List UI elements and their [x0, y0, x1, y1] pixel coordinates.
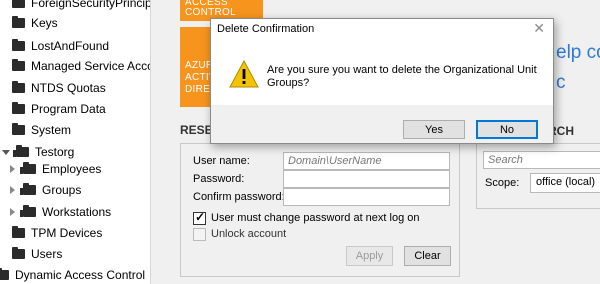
- tree-item-keys[interactable]: Keys: [12, 12, 58, 34]
- tree-item-label: TPM Devices: [31, 226, 103, 240]
- help-link-text[interactable]: elp co: [556, 42, 600, 64]
- username-label: User name:: [193, 155, 250, 167]
- expand-arrow-icon[interactable]: [10, 186, 15, 194]
- close-icon[interactable]: ✕: [533, 20, 545, 37]
- tree-item-label: Employees: [42, 162, 102, 176]
- confirm-password-label: Confirm password:: [193, 191, 285, 203]
- expand-arrow-icon[interactable]: [10, 208, 15, 216]
- scope-select[interactable]: office (local): [530, 173, 600, 193]
- tree-item-label: ForeignSecurityPrincipals: [31, 0, 150, 10]
- password-label: Password:: [193, 173, 245, 185]
- folder-icon: [12, 59, 25, 71]
- folder-icon: [12, 226, 25, 238]
- yes-button-label: Yes: [425, 123, 443, 136]
- unlock-account-label: Unlock account: [211, 228, 287, 240]
- tree-item-system[interactable]: System: [12, 119, 71, 141]
- expand-arrow-icon[interactable]: [10, 165, 15, 173]
- ou-icon: [20, 162, 36, 174]
- folder-icon: [12, 81, 25, 93]
- folder-icon: [12, 102, 25, 114]
- tree-item-program-data[interactable]: Program Data: [12, 98, 106, 120]
- tree-item-employees[interactable]: Employees: [10, 158, 101, 180]
- confirm-password-input[interactable]: [283, 188, 450, 206]
- folder-icon: [12, 123, 25, 135]
- tree-item-managed-service-accounts[interactable]: Managed Service Accoun: [12, 55, 150, 77]
- unlock-account-checkbox[interactable]: [193, 228, 206, 241]
- tree-item-groups[interactable]: Groups: [10, 179, 81, 201]
- folder-icon: [12, 39, 25, 51]
- apply-button-label: Apply: [355, 250, 384, 262]
- navigation-tree: ForeignSecurityPrincipals Keys LostAndFo…: [0, 0, 150, 284]
- folder-icon: [12, 0, 25, 8]
- search-input[interactable]: Search: [483, 151, 600, 169]
- dialog-title: Delete Confirmation: [217, 23, 315, 35]
- tree-item-label: System: [31, 123, 72, 137]
- apply-button[interactable]: Apply: [346, 246, 393, 266]
- ou-icon: [20, 205, 36, 217]
- clear-button-label: Clear: [414, 250, 441, 262]
- search-placeholder: Search: [488, 154, 523, 166]
- tree-item-label: Users: [31, 247, 63, 261]
- tree-item-lostandfound[interactable]: LostAndFound: [12, 35, 109, 57]
- tree-item-workstations[interactable]: Workstations: [10, 201, 111, 223]
- help-link-text-2[interactable]: c: [556, 72, 566, 94]
- username-input[interactable]: Domain\UserName: [283, 152, 450, 170]
- ou-icon: [20, 183, 36, 195]
- tree-item-users[interactable]: Users: [12, 243, 62, 265]
- tree-item-dynamic-access-control[interactable]: Dynamic Access Control: [0, 264, 145, 284]
- warning-icon: [229, 60, 259, 88]
- tree-divider: [150, 0, 151, 284]
- tree-item-label: Keys: [31, 16, 58, 30]
- tree-item-label: Dynamic Access Control: [15, 268, 146, 282]
- tree-item-label: Managed Service Accoun: [31, 59, 150, 73]
- no-button[interactable]: No: [476, 120, 538, 139]
- ou-icon: [13, 145, 29, 157]
- tree-item-label: Groups: [42, 183, 82, 197]
- dialog-message: Are you sure you want to delete the Orga…: [267, 64, 537, 89]
- collapse-arrow-icon[interactable]: [2, 149, 10, 155]
- must-change-password-label: User must change password at next log on: [211, 212, 420, 224]
- tree-item-label: Program Data: [31, 102, 106, 116]
- scope-label: Scope:: [485, 177, 520, 189]
- password-input[interactable]: [283, 170, 450, 188]
- username-placeholder: Domain\UserName: [288, 155, 382, 167]
- tree-item-ntds-quotas[interactable]: NTDS Quotas: [12, 77, 106, 99]
- clear-button[interactable]: Clear: [404, 246, 451, 266]
- tree-item-label: Workstations: [42, 205, 112, 219]
- tree-item-label: Testorg: [35, 145, 75, 159]
- tree-item-label: NTDS Quotas: [31, 81, 106, 95]
- tree-item-tpm-devices[interactable]: TPM Devices: [12, 222, 102, 244]
- folder-icon: [0, 268, 9, 280]
- folder-icon: [12, 247, 25, 259]
- no-button-label: No: [499, 123, 515, 136]
- folder-icon: [12, 16, 25, 28]
- must-change-password-checkbox[interactable]: [193, 210, 206, 225]
- yes-button[interactable]: Yes: [403, 120, 465, 139]
- tile-label: ACCESS CONTROL: [185, 0, 236, 18]
- tree-item-label: LostAndFound: [31, 39, 110, 53]
- delete-confirmation-dialog: Delete Confirmation ✕ Are you sure you w…: [210, 18, 554, 144]
- scope-selected-value: office (local): [536, 176, 596, 188]
